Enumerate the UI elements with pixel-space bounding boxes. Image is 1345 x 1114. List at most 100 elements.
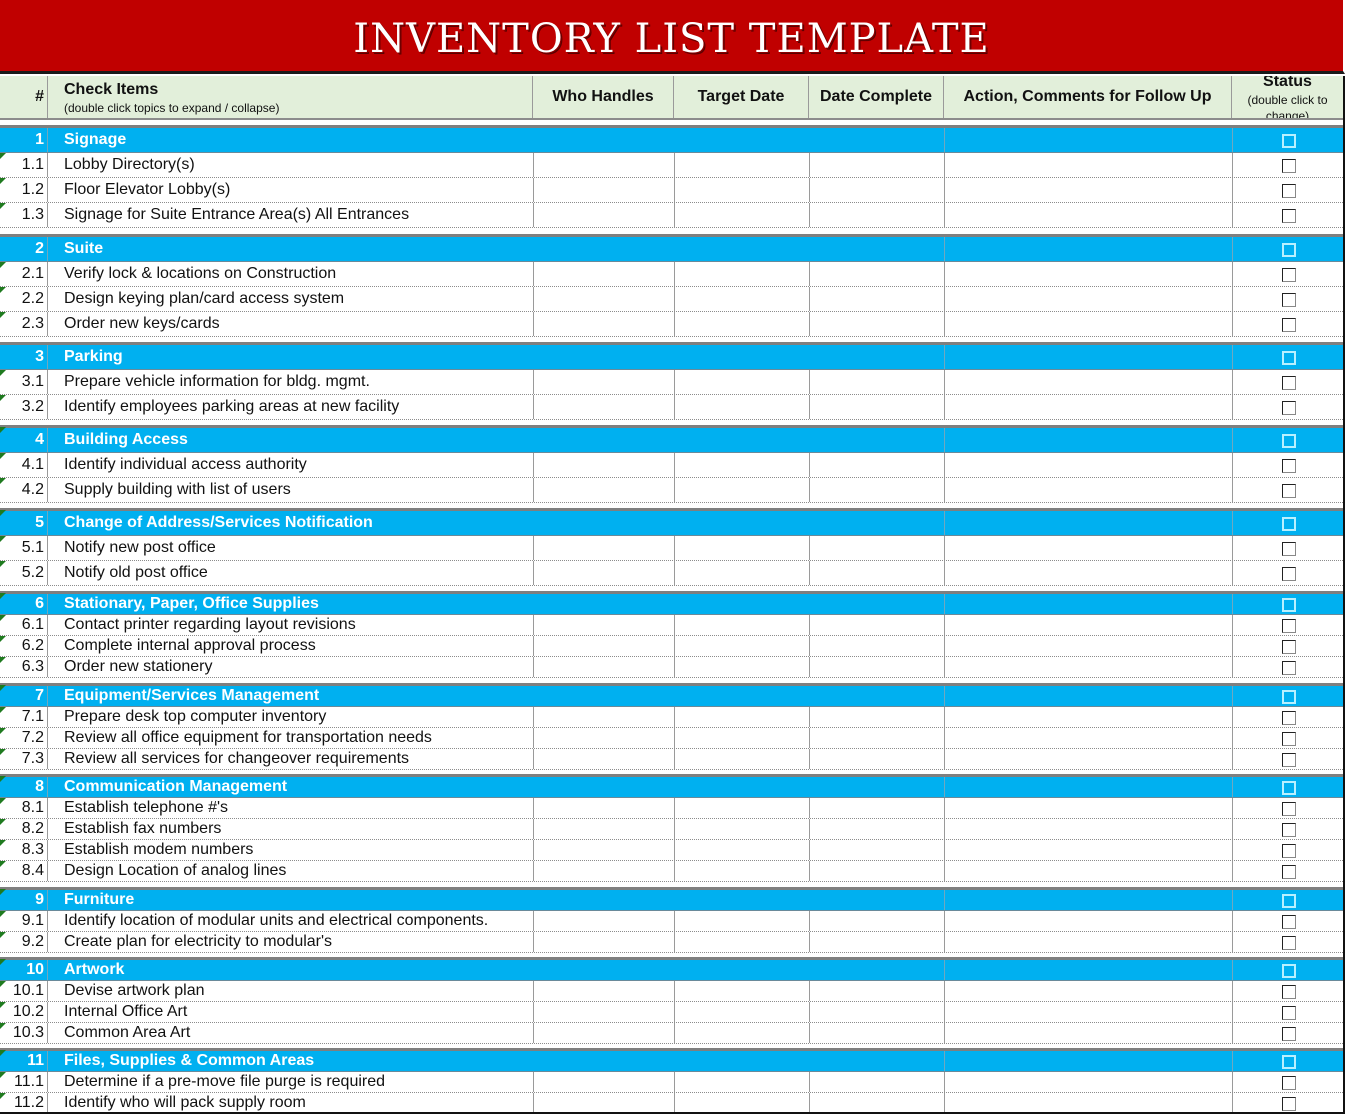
target-date-cell[interactable] — [674, 1002, 809, 1022]
action-comments-cell[interactable] — [944, 370, 1232, 394]
section-header-row[interactable]: 2 Suite — [0, 234, 1343, 262]
who-handles-cell[interactable] — [533, 749, 674, 769]
date-complete-cell[interactable] — [809, 911, 944, 931]
who-handles-cell[interactable] — [533, 453, 674, 477]
target-date-cell[interactable] — [674, 981, 809, 1001]
who-handles-cell[interactable] — [533, 262, 674, 286]
action-comments-cell[interactable] — [944, 536, 1232, 560]
section-title[interactable]: Artwork — [64, 960, 124, 980]
target-date-cell[interactable] — [674, 728, 809, 748]
who-handles-cell[interactable] — [533, 287, 674, 311]
item-text[interactable]: Signage for Suite Entrance Area(s) All E… — [64, 203, 409, 227]
item-text[interactable]: Identify who will pack supply room — [64, 1093, 306, 1113]
section-title[interactable]: Stationary, Paper, Office Supplies — [64, 594, 319, 614]
who-handles-cell[interactable] — [533, 861, 674, 881]
date-complete-cell[interactable] — [809, 561, 944, 585]
item-status-checkbox[interactable] — [1282, 1027, 1296, 1041]
who-handles-cell[interactable] — [533, 203, 674, 227]
section-status-checkbox[interactable] — [1282, 894, 1296, 908]
item-text[interactable]: Establish telephone #'s — [64, 798, 228, 818]
action-comments-cell[interactable] — [944, 728, 1232, 748]
section-title[interactable]: Building Access — [64, 428, 188, 452]
item-text[interactable]: Notify old post office — [64, 561, 208, 585]
who-handles-cell[interactable] — [533, 657, 674, 677]
date-complete-cell[interactable] — [809, 798, 944, 818]
target-date-cell[interactable] — [674, 840, 809, 860]
who-handles-cell[interactable] — [533, 561, 674, 585]
section-status-checkbox[interactable] — [1282, 517, 1296, 531]
target-date-cell[interactable] — [674, 819, 809, 839]
action-comments-cell[interactable] — [944, 932, 1232, 952]
target-date-cell[interactable] — [674, 636, 809, 656]
who-handles-cell[interactable] — [533, 819, 674, 839]
section-title[interactable]: Change of Address/Services Notification — [64, 511, 373, 535]
section-header-row[interactable]: 9 Furniture — [0, 887, 1343, 911]
section-header-row[interactable]: 6 Stationary, Paper, Office Supplies — [0, 591, 1343, 615]
item-status-checkbox[interactable] — [1282, 293, 1296, 307]
item-text[interactable]: Contact printer regarding layout revisio… — [64, 615, 356, 635]
item-text[interactable]: Common Area Art — [64, 1023, 190, 1043]
target-date-cell[interactable] — [674, 536, 809, 560]
date-complete-cell[interactable] — [809, 370, 944, 394]
item-text[interactable]: Design keying plan/card access system — [64, 287, 344, 311]
date-complete-cell[interactable] — [809, 453, 944, 477]
section-title[interactable]: Files, Supplies & Common Areas — [64, 1051, 314, 1071]
item-status-checkbox[interactable] — [1282, 376, 1296, 390]
date-complete-cell[interactable] — [809, 178, 944, 202]
item-status-checkbox[interactable] — [1282, 542, 1296, 556]
target-date-cell[interactable] — [674, 370, 809, 394]
section-status-checkbox[interactable] — [1282, 598, 1296, 612]
target-date-cell[interactable] — [674, 561, 809, 585]
target-date-cell[interactable] — [674, 312, 809, 336]
item-status-checkbox[interactable] — [1282, 159, 1296, 173]
date-complete-cell[interactable] — [809, 395, 944, 419]
action-comments-cell[interactable] — [944, 911, 1232, 931]
target-date-cell[interactable] — [674, 798, 809, 818]
action-comments-cell[interactable] — [944, 1023, 1232, 1043]
action-comments-cell[interactable] — [944, 1072, 1232, 1092]
item-status-checkbox[interactable] — [1282, 640, 1296, 654]
who-handles-cell[interactable] — [533, 1023, 674, 1043]
section-status-checkbox[interactable] — [1282, 134, 1296, 148]
who-handles-cell[interactable] — [533, 840, 674, 860]
item-text[interactable]: Establish fax numbers — [64, 819, 221, 839]
section-header-row[interactable]: 4 Building Access — [0, 425, 1343, 453]
who-handles-cell[interactable] — [533, 911, 674, 931]
target-date-cell[interactable] — [674, 615, 809, 635]
who-handles-cell[interactable] — [533, 1002, 674, 1022]
section-status-checkbox[interactable] — [1282, 243, 1296, 257]
date-complete-cell[interactable] — [809, 1023, 944, 1043]
who-handles-cell[interactable] — [533, 478, 674, 502]
section-title[interactable]: Equipment/Services Management — [64, 686, 319, 706]
section-header-row[interactable]: 7 Equipment/Services Management — [0, 683, 1343, 707]
section-title[interactable]: Furniture — [64, 890, 134, 910]
item-text[interactable]: Identify individual access authority — [64, 453, 307, 477]
action-comments-cell[interactable] — [944, 561, 1232, 585]
item-status-checkbox[interactable] — [1282, 844, 1296, 858]
item-text[interactable]: Prepare vehicle information for bldg. mg… — [64, 370, 370, 394]
date-complete-cell[interactable] — [809, 861, 944, 881]
target-date-cell[interactable] — [674, 395, 809, 419]
section-status-checkbox[interactable] — [1282, 1055, 1296, 1069]
item-text[interactable]: Floor Elevator Lobby(s) — [64, 178, 230, 202]
action-comments-cell[interactable] — [944, 981, 1232, 1001]
item-status-checkbox[interactable] — [1282, 268, 1296, 282]
section-status-checkbox[interactable] — [1282, 351, 1296, 365]
item-text[interactable]: Complete internal approval process — [64, 636, 316, 656]
action-comments-cell[interactable] — [944, 453, 1232, 477]
item-status-checkbox[interactable] — [1282, 985, 1296, 999]
action-comments-cell[interactable] — [944, 798, 1232, 818]
item-text[interactable]: Establish modem numbers — [64, 840, 253, 860]
action-comments-cell[interactable] — [944, 312, 1232, 336]
action-comments-cell[interactable] — [944, 861, 1232, 881]
item-status-checkbox[interactable] — [1282, 401, 1296, 415]
target-date-cell[interactable] — [674, 932, 809, 952]
item-status-checkbox[interactable] — [1282, 619, 1296, 633]
item-text[interactable]: Devise artwork plan — [64, 981, 205, 1001]
item-status-checkbox[interactable] — [1282, 1097, 1296, 1111]
item-text[interactable]: Determine if a pre-move file purge is re… — [64, 1072, 385, 1092]
who-handles-cell[interactable] — [533, 178, 674, 202]
date-complete-cell[interactable] — [809, 478, 944, 502]
item-text[interactable]: Notify new post office — [64, 536, 216, 560]
who-handles-cell[interactable] — [533, 370, 674, 394]
